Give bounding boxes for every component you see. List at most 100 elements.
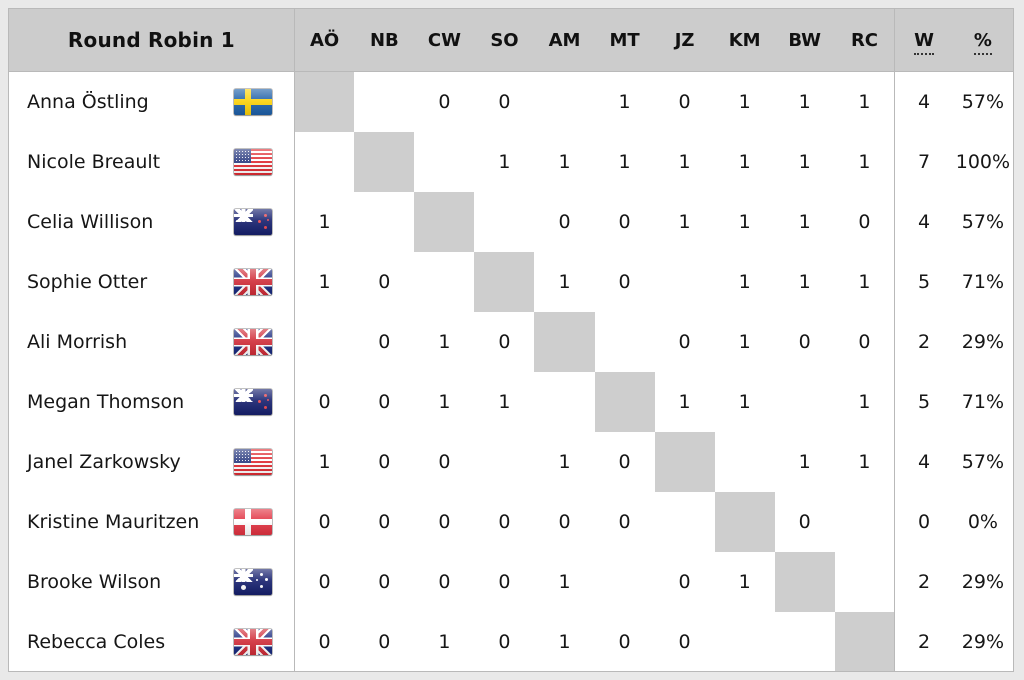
result-cell[interactable]: 0	[354, 612, 415, 671]
result-cell[interactable]: 1	[714, 312, 775, 372]
player-name-cell[interactable]: Celia Willison	[9, 192, 295, 252]
result-cell[interactable]: 0	[594, 432, 655, 492]
result-cell[interactable]: 0	[594, 252, 655, 312]
result-cell[interactable]: 1	[654, 192, 715, 252]
result-cell-empty[interactable]	[654, 252, 715, 312]
result-cell-empty[interactable]	[474, 432, 535, 492]
result-cell[interactable]: 0	[474, 552, 535, 612]
result-cell[interactable]: 1	[834, 71, 895, 132]
result-cell[interactable]: 0	[354, 552, 415, 612]
result-cell-empty[interactable]	[774, 372, 835, 432]
player-name-cell[interactable]: Brooke Wilson	[9, 552, 295, 612]
result-cell[interactable]: 0	[294, 372, 355, 432]
result-cell-empty[interactable]	[354, 192, 415, 252]
result-cell[interactable]: 0	[654, 312, 715, 372]
result-cell[interactable]: 0	[594, 492, 655, 552]
result-cell[interactable]: 1	[534, 252, 595, 312]
result-cell[interactable]: 1	[654, 132, 715, 192]
result-cell[interactable]: 0	[414, 432, 475, 492]
result-cell[interactable]: 1	[714, 372, 775, 432]
result-cell[interactable]: 0	[594, 612, 655, 671]
player-name-cell[interactable]: Anna Östling	[9, 71, 295, 132]
result-cell[interactable]: 0	[774, 312, 835, 372]
result-cell[interactable]: 1	[714, 71, 775, 132]
result-cell[interactable]: 1	[774, 192, 835, 252]
result-cell[interactable]: 1	[774, 71, 835, 132]
result-cell-empty[interactable]	[654, 492, 715, 552]
player-name-cell[interactable]: Janel Zarkowsky	[9, 432, 295, 492]
result-cell-empty[interactable]	[774, 612, 835, 671]
result-cell[interactable]: 0	[654, 612, 715, 671]
result-cell-empty[interactable]	[714, 432, 775, 492]
result-cell[interactable]: 1	[774, 432, 835, 492]
result-cell[interactable]: 1	[834, 372, 895, 432]
result-cell[interactable]: 1	[774, 252, 835, 312]
result-cell[interactable]: 0	[654, 552, 715, 612]
result-cell-empty[interactable]	[834, 552, 895, 612]
result-cell[interactable]: 0	[834, 192, 895, 252]
result-cell[interactable]: 1	[474, 132, 535, 192]
result-cell[interactable]: 1	[714, 132, 775, 192]
result-cell[interactable]: 1	[714, 192, 775, 252]
result-cell[interactable]: 0	[594, 192, 655, 252]
result-cell[interactable]: 1	[294, 432, 355, 492]
result-cell[interactable]: 0	[534, 492, 595, 552]
result-cell[interactable]: 1	[834, 432, 895, 492]
result-cell[interactable]: 1	[294, 192, 355, 252]
result-cell[interactable]: 0	[294, 492, 355, 552]
player-name-cell[interactable]: Nicole Breault	[9, 132, 295, 192]
result-cell[interactable]: 1	[534, 132, 595, 192]
result-cell[interactable]: 0	[414, 71, 475, 132]
result-cell[interactable]: 1	[714, 252, 775, 312]
result-cell[interactable]: 0	[354, 252, 415, 312]
player-name-cell[interactable]: Rebecca Coles	[9, 612, 295, 671]
player-name-cell[interactable]: Ali Morrish	[9, 312, 295, 372]
result-cell[interactable]: 0	[474, 312, 535, 372]
result-cell[interactable]: 1	[294, 252, 355, 312]
result-cell[interactable]: 0	[414, 492, 475, 552]
result-cell[interactable]: 0	[354, 432, 415, 492]
result-cell-empty[interactable]	[294, 312, 355, 372]
result-cell-empty[interactable]	[594, 552, 655, 612]
result-cell[interactable]: 0	[534, 192, 595, 252]
result-cell[interactable]: 0	[294, 552, 355, 612]
result-cell[interactable]: 1	[714, 552, 775, 612]
result-cell[interactable]: 1	[534, 432, 595, 492]
result-cell[interactable]: 0	[414, 552, 475, 612]
result-cell[interactable]: 1	[534, 612, 595, 671]
result-cell-empty[interactable]	[534, 372, 595, 432]
result-cell[interactable]: 0	[474, 492, 535, 552]
result-cell-empty[interactable]	[834, 492, 895, 552]
result-cell-empty[interactable]	[414, 252, 475, 312]
result-cell[interactable]: 0	[654, 71, 715, 132]
result-cell[interactable]: 0	[834, 312, 895, 372]
result-cell[interactable]: 1	[594, 132, 655, 192]
result-cell[interactable]: 1	[414, 312, 475, 372]
result-cell[interactable]: 1	[414, 612, 475, 671]
result-cell-empty[interactable]	[354, 71, 415, 132]
result-cell-empty[interactable]	[714, 612, 775, 671]
result-cell[interactable]: 0	[354, 492, 415, 552]
result-cell[interactable]: 0	[474, 612, 535, 671]
result-cell[interactable]: 1	[474, 372, 535, 432]
result-cell[interactable]: 0	[294, 612, 355, 671]
result-cell-empty[interactable]	[534, 71, 595, 132]
result-cell-empty[interactable]	[594, 312, 655, 372]
result-cell[interactable]: 0	[774, 492, 835, 552]
result-cell-empty[interactable]	[294, 132, 355, 192]
result-cell[interactable]: 0	[354, 372, 415, 432]
result-cell[interactable]: 1	[654, 372, 715, 432]
result-cell-empty[interactable]	[474, 192, 535, 252]
result-cell[interactable]: 1	[594, 71, 655, 132]
result-cell-empty[interactable]	[414, 132, 475, 192]
result-cell[interactable]: 1	[834, 252, 895, 312]
player-name-cell[interactable]: Megan Thomson	[9, 372, 295, 432]
result-cell[interactable]: 1	[774, 132, 835, 192]
player-name-cell[interactable]: Kristine Mauritzen	[9, 492, 295, 552]
result-cell[interactable]: 0	[354, 312, 415, 372]
result-cell[interactable]: 1	[534, 552, 595, 612]
player-name-cell[interactable]: Sophie Otter	[9, 252, 295, 312]
result-cell[interactable]: 1	[834, 132, 895, 192]
result-cell[interactable]: 0	[474, 71, 535, 132]
result-cell[interactable]: 1	[414, 372, 475, 432]
